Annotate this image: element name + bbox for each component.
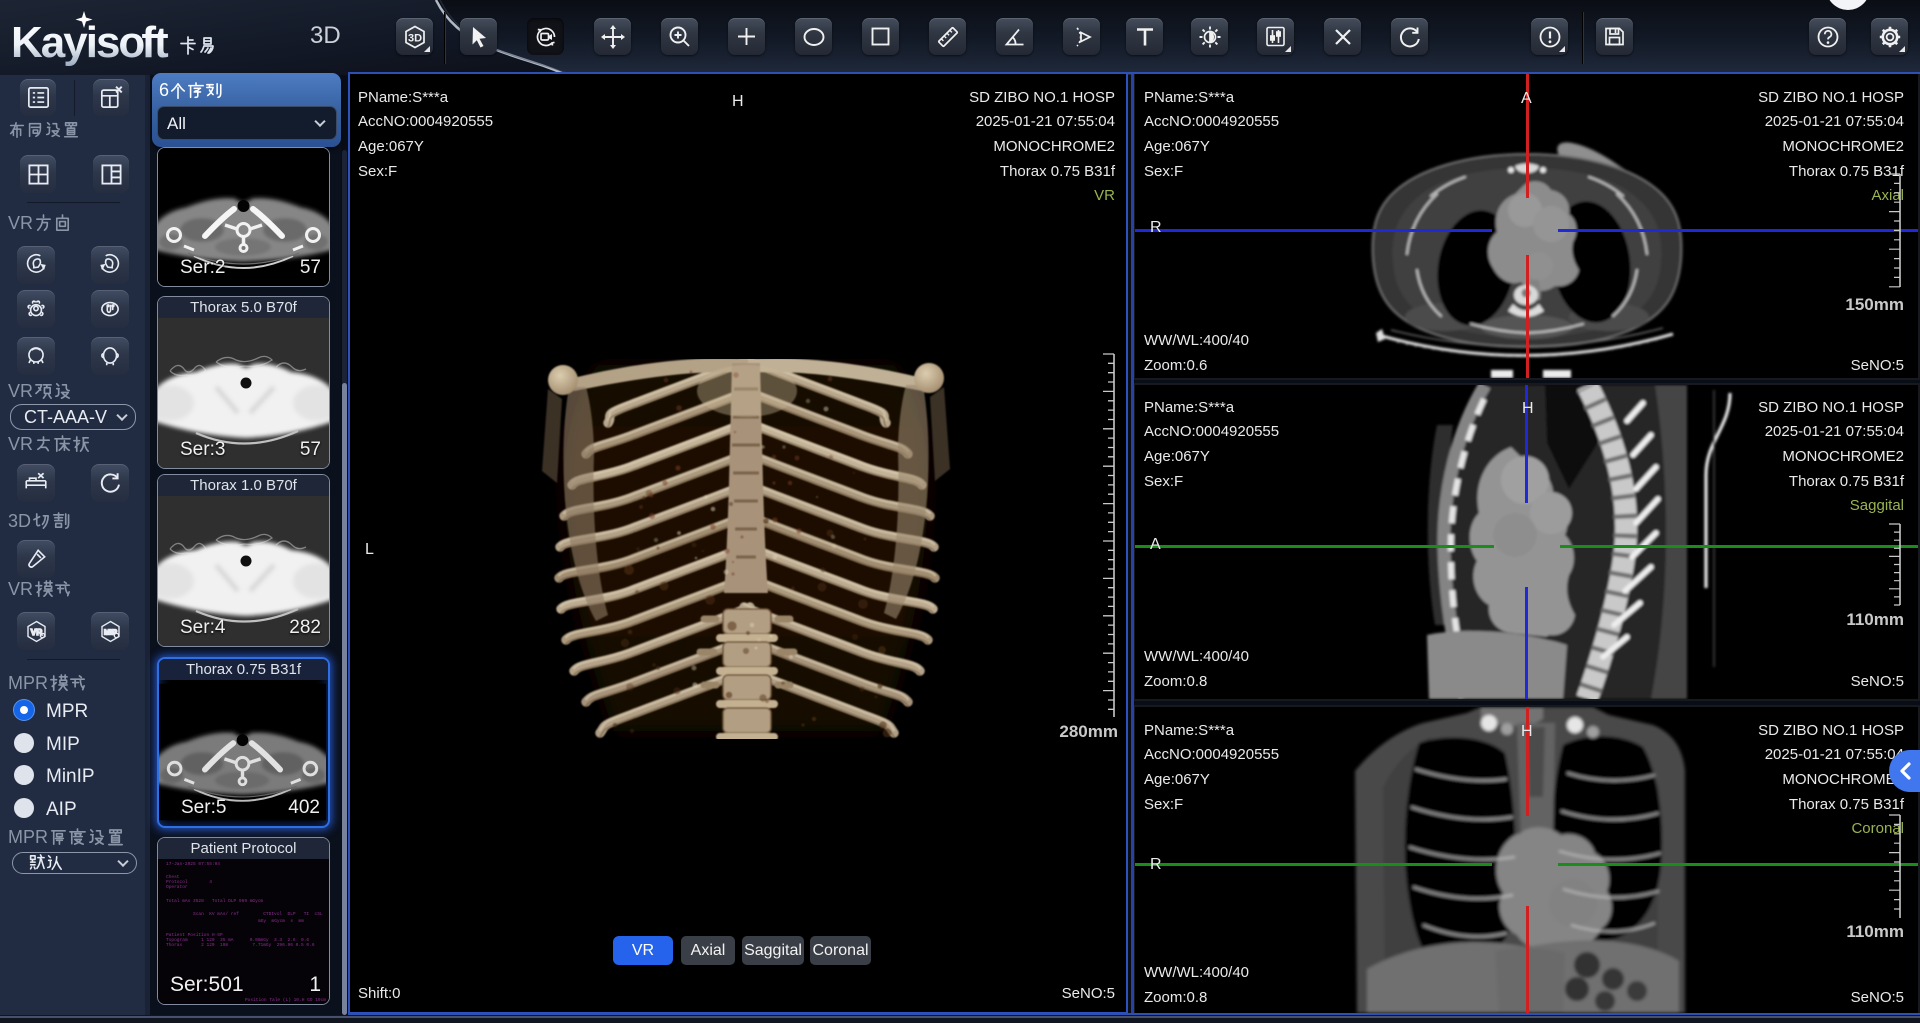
svg-text:Kayisoft: Kayisoft (11, 18, 169, 67)
svg-text:280mm: 280mm (1059, 722, 1118, 741)
svg-text:110mm: 110mm (1846, 610, 1904, 629)
svg-text:3D: 3D (407, 32, 421, 44)
svg-text:150mm: 150mm (1845, 295, 1904, 314)
svg-text:MIP: MIP (103, 627, 116, 636)
svg-text:110mm: 110mm (1846, 922, 1904, 941)
